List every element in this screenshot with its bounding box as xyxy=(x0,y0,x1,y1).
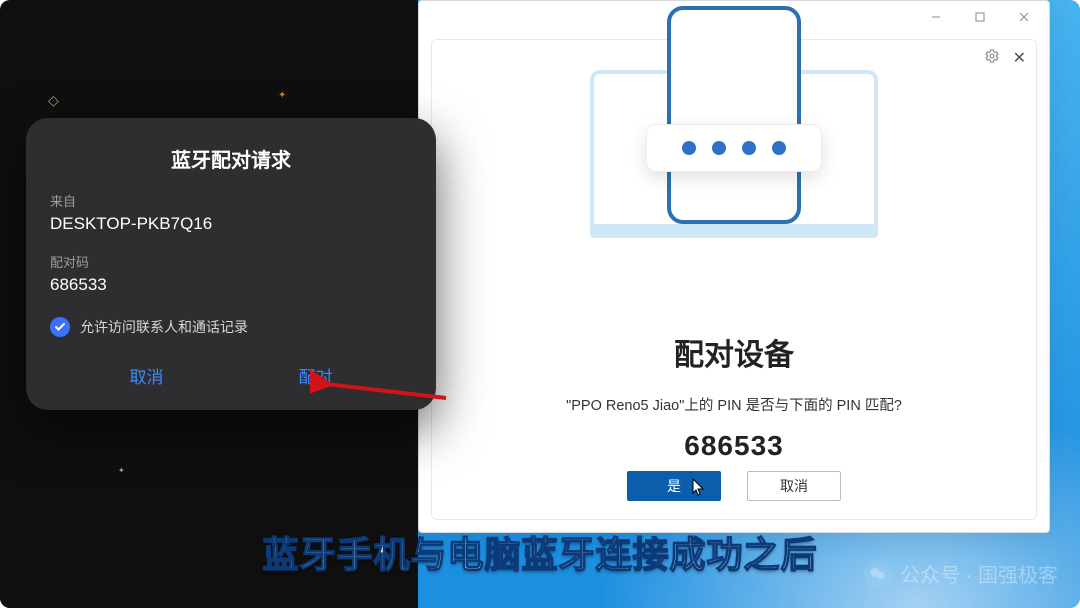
wechat-icon xyxy=(864,560,892,588)
yes-button[interactable]: 是 xyxy=(627,471,721,501)
gear-icon[interactable] xyxy=(984,48,1000,69)
app-window: ✕ 配对设备 "PPO Reno5 Jiao"上的 PIN 是否与下面的 PIN… xyxy=(418,0,1050,533)
window-close-button[interactable] xyxy=(1003,3,1045,31)
pair-button-phone[interactable]: 配对 xyxy=(299,363,333,388)
code-label: 配对码 xyxy=(50,252,412,271)
sparkle-icon: ✦ xyxy=(278,90,286,101)
cancel-button-windows[interactable]: 取消 xyxy=(747,471,841,501)
code-value: 686533 xyxy=(50,275,412,295)
pairing-illustration xyxy=(584,2,884,262)
watermark-text: 公众号 · 国强极客 xyxy=(900,559,1058,588)
checkmark-icon xyxy=(50,317,70,337)
from-value: DESKTOP-PKB7Q16 xyxy=(50,214,412,234)
checkbox-label: 允许访问联系人和通话记录 xyxy=(80,317,248,337)
dialog-question: "PPO Reno5 Jiao"上的 PIN 是否与下面的 PIN 匹配? xyxy=(432,394,1036,415)
sparkle-icon: ✦ xyxy=(118,466,125,475)
sheet-title: 蓝牙配对请求 xyxy=(50,144,412,173)
cursor-icon xyxy=(692,478,706,496)
watermark: 公众号 · 国强极客 xyxy=(864,559,1058,588)
sparkle-icon: ◇ xyxy=(48,92,59,109)
window-body: ✕ 配对设备 "PPO Reno5 Jiao"上的 PIN 是否与下面的 PIN… xyxy=(431,39,1037,520)
bluetooth-pairing-sheet: 蓝牙配对请求 来自 DESKTOP-PKB7Q16 配对码 686533 允许访… xyxy=(26,118,436,410)
window-minimize-button[interactable] xyxy=(915,3,957,31)
window-maximize-button[interactable] xyxy=(959,3,1001,31)
cancel-button-phone[interactable]: 取消 xyxy=(130,363,164,388)
dialog-pin: 686533 xyxy=(432,430,1036,462)
pin-entry-graphic xyxy=(646,124,822,172)
dialog-heading: 配对设备 xyxy=(432,330,1036,374)
dialog-close-button[interactable]: ✕ xyxy=(1013,48,1026,68)
allow-contacts-checkbox[interactable]: 允许访问联系人和通话记录 xyxy=(50,317,412,337)
phone-screenshot: ◇ ✦ ✦ 蓝牙配对请求 来自 DESKTOP-PKB7Q16 配对码 6865… xyxy=(0,0,418,608)
from-label: 来自 xyxy=(50,191,412,210)
